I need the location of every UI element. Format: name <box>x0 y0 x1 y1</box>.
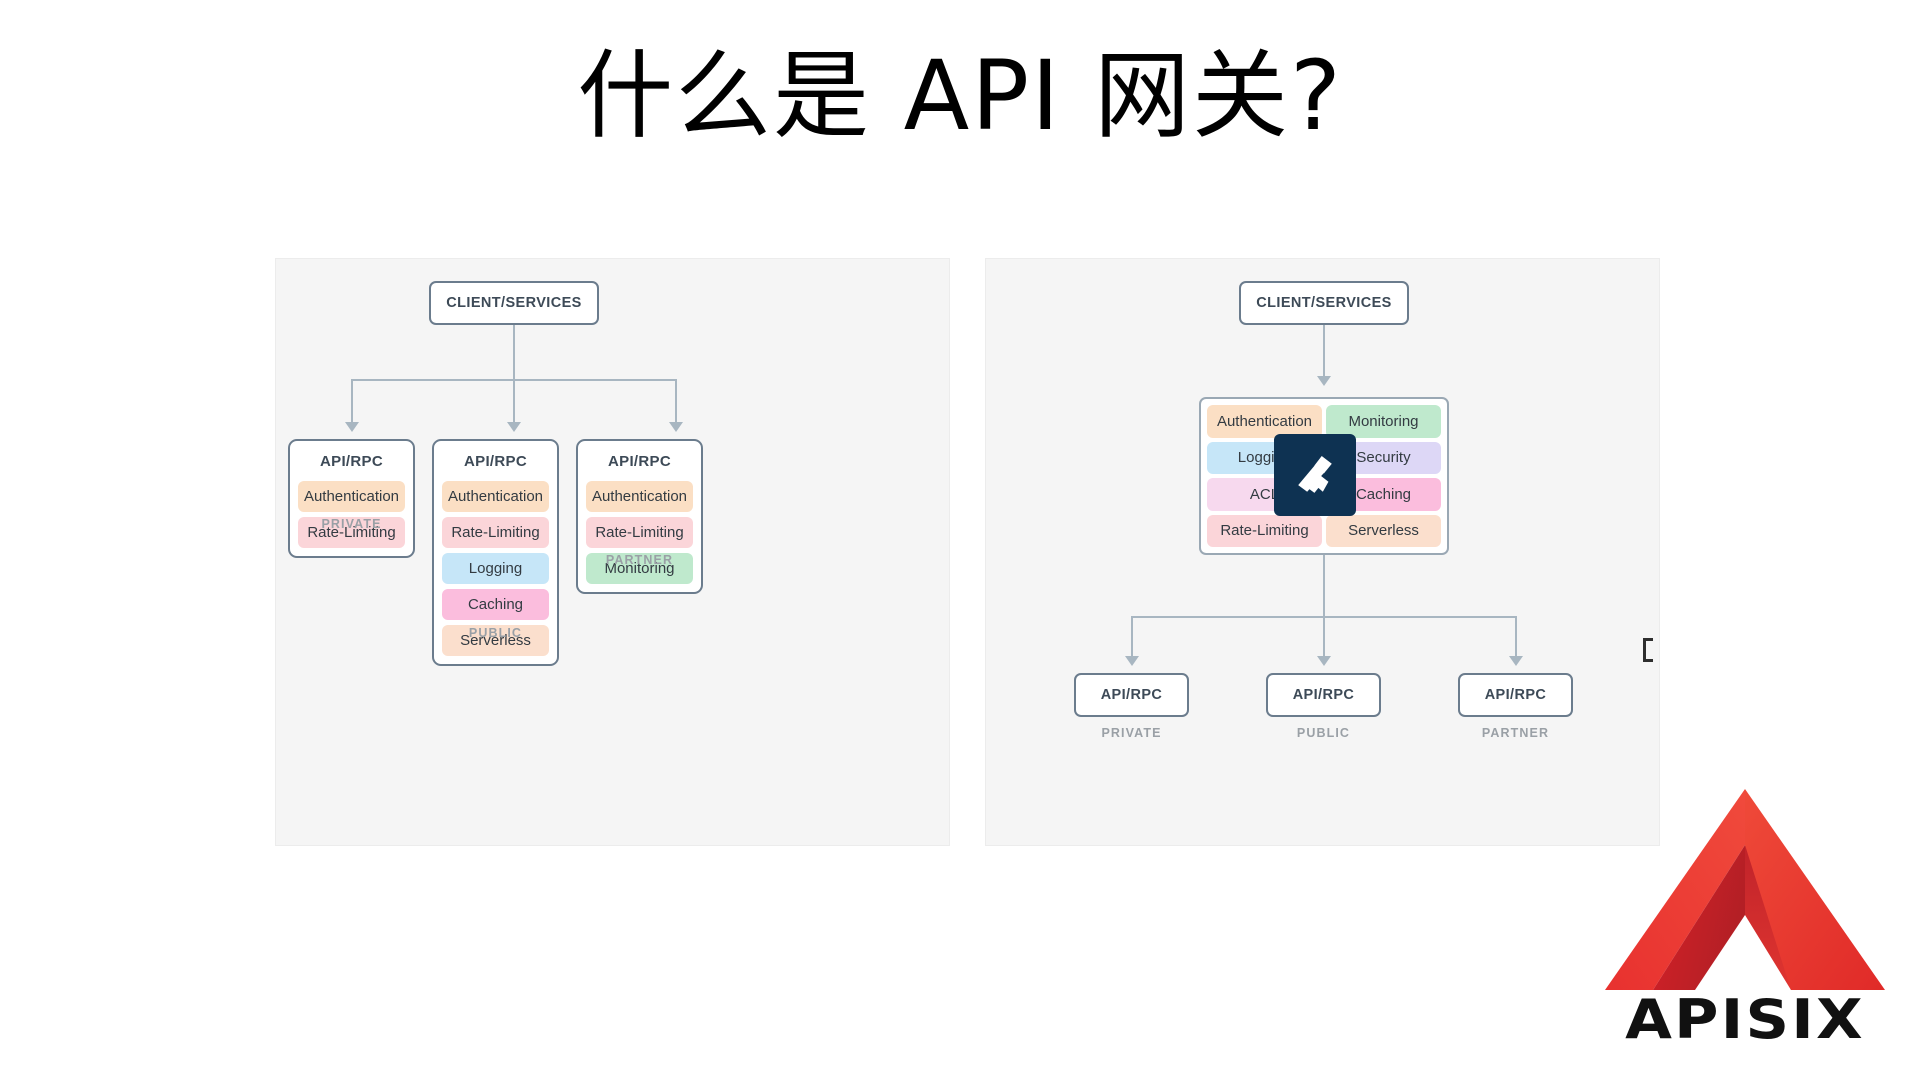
caption-public-left: PUBLIC <box>468 626 523 640</box>
caption-partner-right: PARTNER <box>1481 726 1550 740</box>
connector-branch-left-1 <box>351 379 353 424</box>
panel-without-gateway: CLIENT/SERVICES API/RPC Authentication R… <box>275 258 950 846</box>
panel-without-gateway-content: CLIENT/SERVICES API/RPC Authentication R… <box>276 259 949 845</box>
endpoint-box-private[interactable]: API/RPC <box>1074 673 1189 717</box>
apirpc-title: API/RPC <box>464 453 527 470</box>
plugin-pill-authentication[interactable]: Authentication <box>298 481 405 512</box>
gateway-tile-authentication[interactable]: Authentication <box>1207 405 1322 438</box>
arrow-head-left-1 <box>345 422 359 432</box>
apirpc-title: API/RPC <box>608 453 671 470</box>
endpoint-box-public[interactable]: API/RPC <box>1266 673 1381 717</box>
caption-private-left: PRIVATE <box>321 517 382 531</box>
apisix-wordmark: APISIX <box>1625 988 1865 1051</box>
client-services-box-right[interactable]: CLIENT/SERVICES <box>1239 281 1409 325</box>
caption-private-right: PRIVATE <box>1101 726 1162 740</box>
apirpc-card-partner-left[interactable]: API/RPC Authentication Rate-Limiting Mon… <box>576 439 703 594</box>
panel-with-gateway: CLIENT/SERVICES Authentication Monitorin… <box>985 258 1660 846</box>
plugin-pill-authentication[interactable]: Authentication <box>442 481 549 512</box>
arrow-head-left-3 <box>669 422 683 432</box>
endpoint-box-partner[interactable]: API/RPC <box>1458 673 1573 717</box>
plugin-pill-authentication[interactable]: Authentication <box>586 481 693 512</box>
page-title: 什么是 API 网关? <box>577 40 1343 152</box>
plugin-pill-logging[interactable]: Logging <box>442 553 549 584</box>
apisix-gateway-logo-icon <box>1274 434 1356 516</box>
stray-bracket-mark <box>1643 638 1653 662</box>
apisix-chevron-mark <box>1605 789 1885 990</box>
plugin-pill-rate-limiting[interactable]: Rate-Limiting <box>586 517 693 548</box>
arrow-head-right-3 <box>1509 656 1523 666</box>
caption-partner-left: PARTNER <box>605 553 674 567</box>
apirpc-title: API/RPC <box>320 453 383 470</box>
connector-trunk-right <box>1323 555 1325 617</box>
connector-branch-left-2 <box>513 379 515 424</box>
arrow-head-gateway-in <box>1317 376 1331 386</box>
arrow-head-right-1 <box>1125 656 1139 666</box>
plugin-pill-rate-limiting[interactable]: Rate-Limiting <box>442 517 549 548</box>
arrow-head-right-2 <box>1317 656 1331 666</box>
connector-branch-left-3 <box>675 379 677 424</box>
client-services-box-left[interactable]: CLIENT/SERVICES <box>429 281 599 325</box>
apirpc-card-private-left[interactable]: API/RPC Authentication Rate-Limiting <box>288 439 415 558</box>
panel-with-gateway-content: CLIENT/SERVICES Authentication Monitorin… <box>986 259 1659 845</box>
connector-branch-right-3 <box>1515 616 1517 658</box>
gateway-tile-serverless[interactable]: Serverless <box>1326 514 1441 547</box>
caption-public-right: PUBLIC <box>1296 726 1351 740</box>
connector-client-to-gateway <box>1323 325 1325 378</box>
gateway-tile-rate-limiting[interactable]: Rate-Limiting <box>1207 514 1322 547</box>
connector-branch-right-2 <box>1323 616 1325 658</box>
plugin-pill-caching[interactable]: Caching <box>442 589 549 620</box>
connector-trunk-left <box>513 325 515 380</box>
gateway-tile-monitoring[interactable]: Monitoring <box>1326 405 1441 438</box>
arrow-head-left-2 <box>507 422 521 432</box>
connector-branch-right-1 <box>1131 616 1133 658</box>
apisix-logo: APISIX <box>1595 785 1895 1055</box>
